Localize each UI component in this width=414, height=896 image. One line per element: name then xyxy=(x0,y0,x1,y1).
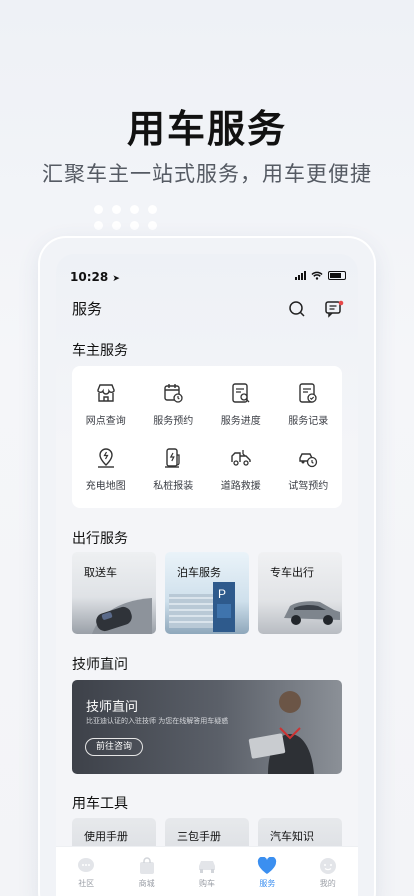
car-clock-icon xyxy=(299,453,318,468)
page-title: 服务 xyxy=(72,300,103,318)
calendar-clock-icon xyxy=(164,384,183,403)
technician-illustration xyxy=(248,691,314,774)
service-label: 服务记录 xyxy=(288,416,329,427)
tow-truck-icon xyxy=(231,450,251,466)
section-title-tools: 用车工具 xyxy=(72,796,128,812)
svg-text:P: P xyxy=(218,587,226,601)
service-label: 试驾预约 xyxy=(288,481,329,492)
owner-services-card: 网点查询 服务预约 服务进度 服务记录 充电地图 私桩报装 道路救援 试驾预约 xyxy=(72,366,342,508)
tab-label: 我的 xyxy=(319,879,336,888)
hero-title: 用车服务 xyxy=(126,107,287,151)
smile-icon xyxy=(319,858,336,874)
travel-tile-parking[interactable]: 泊车服务 P xyxy=(165,552,249,634)
service-item-appointment[interactable]: 服务预约 xyxy=(140,382,208,447)
service-label: 服务进度 xyxy=(220,416,261,427)
service-label: 网点查询 xyxy=(85,416,126,427)
tab-community[interactable]: 社区 xyxy=(56,847,116,896)
service-item-records[interactable]: 服务记录 xyxy=(275,382,343,447)
tab-bar: 社区 商城 购车 服务 我的 xyxy=(56,846,358,896)
travel-tile-pickup-delivery[interactable]: 取送车 xyxy=(72,552,156,634)
service-item-charger-install[interactable]: 私桩报装 xyxy=(140,447,208,512)
technician-title: 技师直问 xyxy=(86,700,139,715)
tab-mall[interactable]: 商城 xyxy=(117,847,177,896)
service-item-progress[interactable]: 服务进度 xyxy=(207,382,275,447)
consult-button[interactable]: 前往咨询 xyxy=(85,738,143,756)
travel-tile-chauffeur[interactable]: 专车出行 xyxy=(258,552,342,634)
signal-icon xyxy=(295,271,306,280)
heart-icon xyxy=(258,857,277,874)
section-title-travel-services: 出行服务 xyxy=(72,531,128,547)
tab-label: 服务 xyxy=(259,879,276,888)
document-check-icon xyxy=(299,383,317,403)
search-icon[interactable] xyxy=(288,300,306,318)
store-icon xyxy=(97,384,115,402)
tab-label: 购车 xyxy=(198,879,215,888)
tool-label: 三包手册 xyxy=(177,830,221,843)
service-label: 私桩报装 xyxy=(153,481,194,492)
charger-icon xyxy=(165,448,180,468)
section-title-owner-services: 车主服务 xyxy=(72,343,128,359)
hero-subtitle: 汇聚车主一站式服务，用车更便捷 xyxy=(42,162,372,186)
parking-illustration: P xyxy=(169,582,235,632)
car-key-illustration xyxy=(92,598,152,634)
status-time: 10:28 ➤ xyxy=(70,270,120,284)
tool-label: 使用手册 xyxy=(84,830,128,843)
status-bar: 10:28 ➤ xyxy=(70,270,346,284)
document-search-icon xyxy=(232,383,250,403)
shopping-bag-icon xyxy=(139,857,154,874)
message-icon[interactable] xyxy=(324,300,344,318)
tab-buy-car[interactable]: 购车 xyxy=(177,847,237,896)
map-pin-icon xyxy=(97,448,114,468)
service-item-test-drive[interactable]: 试驾预约 xyxy=(275,447,343,512)
technician-banner[interactable]: 技师直问 比亚迪认证的入驻技师 为您在线解答用车疑惑 前往咨询 xyxy=(72,680,342,774)
car-illustration xyxy=(284,601,340,625)
service-label: 充电地图 xyxy=(85,481,126,492)
service-item-outlet-query[interactable]: 网点查询 xyxy=(72,382,140,447)
tab-label: 社区 xyxy=(78,879,95,888)
chat-bubble-icon xyxy=(78,858,95,872)
tool-label: 汽车知识 xyxy=(270,830,314,843)
wifi-icon xyxy=(311,271,323,280)
tab-profile[interactable]: 我的 xyxy=(298,847,358,896)
service-item-charging-map[interactable]: 充电地图 xyxy=(72,447,140,512)
car-icon xyxy=(198,861,215,873)
tab-label: 商城 xyxy=(138,879,155,888)
technician-desc: 比亚迪认证的入驻技师 为您在线解答用车疑惑 xyxy=(86,717,229,725)
battery-icon xyxy=(328,271,346,280)
tab-service[interactable]: 服务 xyxy=(237,847,297,896)
service-item-roadside-rescue[interactable]: 道路救援 xyxy=(207,447,275,512)
section-title-technician: 技师直问 xyxy=(72,657,128,673)
decorative-dots xyxy=(94,205,158,230)
service-label: 道路救援 xyxy=(220,481,261,492)
service-label: 服务预约 xyxy=(153,416,194,427)
